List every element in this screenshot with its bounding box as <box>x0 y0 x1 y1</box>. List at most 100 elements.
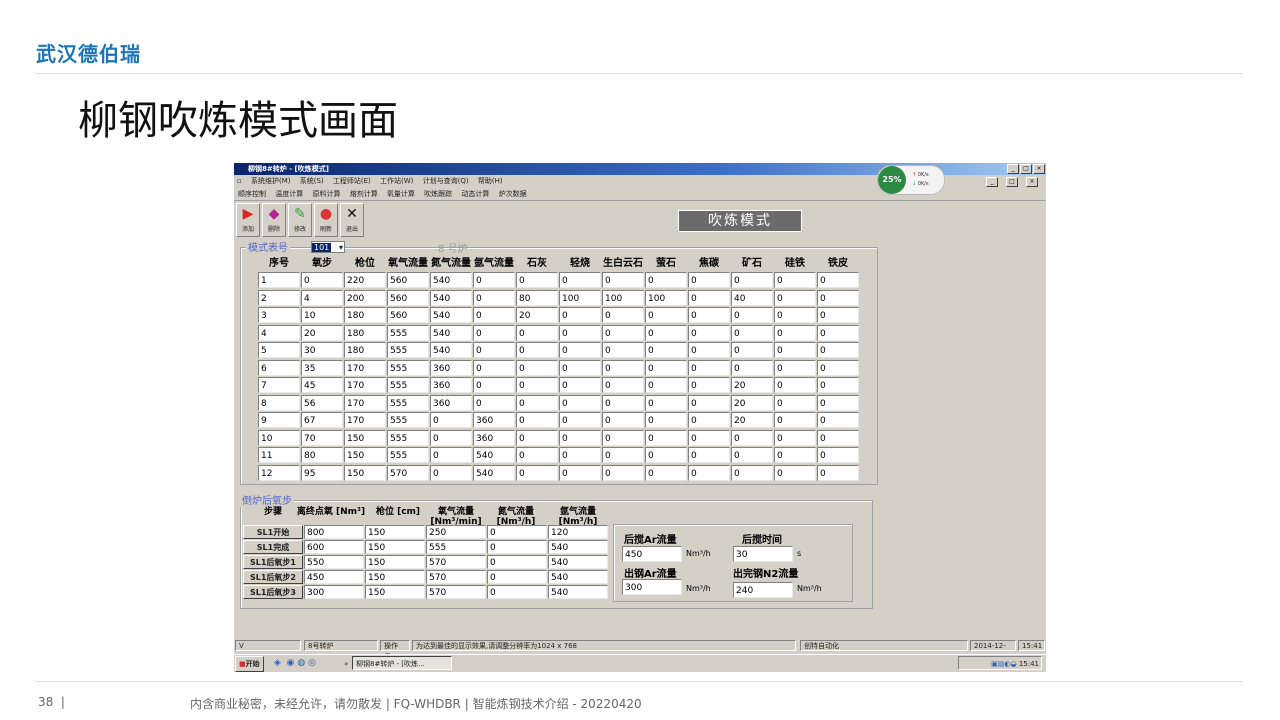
post-cell[interactable]: 0 <box>487 570 547 584</box>
mode-cell[interactable]: 56 <box>301 394 343 411</box>
mode-cell[interactable]: 0 <box>516 377 558 393</box>
mode-cell[interactable]: 555 <box>387 429 429 446</box>
mode-cell[interactable]: 0 <box>774 359 816 376</box>
mode-cell[interactable]: 20 <box>731 377 773 393</box>
mode-cell[interactable]: 80 <box>301 447 343 463</box>
post-cell[interactable]: 540 <box>548 555 608 569</box>
stir-ar-field[interactable]: 450 <box>622 546 682 562</box>
mode-cell[interactable]: 0 <box>602 272 644 288</box>
mode-cell[interactable]: 0 <box>516 412 558 428</box>
step-button[interactable]: SL1后氧步3 <box>243 585 303 599</box>
mode-cell[interactable]: 0 <box>559 324 601 341</box>
mode-cell[interactable]: 0 <box>559 412 601 428</box>
start-button[interactable]: ■开始 <box>235 656 264 672</box>
mode-cell[interactable]: 0 <box>645 359 687 376</box>
mode-cell[interactable]: 0 <box>602 342 644 358</box>
mode-cell[interactable]: 0 <box>430 429 472 446</box>
mode-cell[interactable]: 555 <box>387 342 429 358</box>
mode-cell[interactable]: 70 <box>301 429 343 446</box>
tab-flux[interactable]: 熔剂计算 <box>350 190 378 198</box>
tab-material[interactable]: 原料计算 <box>312 190 340 198</box>
mode-cell[interactable]: 360 <box>473 429 515 446</box>
mode-cell[interactable]: 80 <box>516 289 558 306</box>
quicklaunch-icons[interactable]: ◈ ◉ ◍ ◎ <box>274 655 316 671</box>
mode-cell[interactable]: 570 <box>387 464 429 481</box>
mode-cell[interactable]: 170 <box>344 377 386 393</box>
mode-cell[interactable]: 0 <box>559 429 601 446</box>
tab-sequence[interactable]: 顺序控制 <box>238 190 266 198</box>
mode-cell[interactable]: 150 <box>344 447 386 463</box>
mode-cell[interactable]: 150 <box>344 429 386 446</box>
mode-cell[interactable]: 0 <box>731 307 773 323</box>
mode-cell[interactable]: 0 <box>817 429 859 446</box>
mode-cell[interactable]: 0 <box>688 412 730 428</box>
tap-ar-field[interactable]: 300 <box>622 579 682 595</box>
mode-cell[interactable]: 0 <box>602 377 644 393</box>
mode-cell[interactable]: 360 <box>430 359 472 376</box>
mode-cell[interactable]: 0 <box>645 394 687 411</box>
mode-cell[interactable]: 560 <box>387 307 429 323</box>
mode-cell[interactable]: 0 <box>516 394 558 411</box>
mode-cell[interactable]: 0 <box>688 429 730 446</box>
post-cell[interactable]: 150 <box>365 540 425 554</box>
menu-help[interactable]: 帮助(H) <box>478 177 503 185</box>
mode-cell[interactable]: 0 <box>602 324 644 341</box>
mode-cell[interactable]: 0 <box>301 272 343 288</box>
mode-cell[interactable]: 0 <box>817 377 859 393</box>
mode-cell[interactable]: 0 <box>817 447 859 463</box>
taskbar-app-button[interactable]: 柳钢8#转炉 - [吹炼... <box>352 656 452 670</box>
post-cell[interactable]: 450 <box>304 570 364 584</box>
app-menu-icon[interactable]: ▫ <box>237 177 242 185</box>
mode-cell[interactable]: 0 <box>602 464 644 481</box>
mode-cell[interactable]: 0 <box>688 272 730 288</box>
mode-cell[interactable]: 360 <box>430 377 472 393</box>
post-cell[interactable]: 550 <box>304 555 364 569</box>
mode-cell[interactable]: 0 <box>559 394 601 411</box>
mode-cell[interactable]: 360 <box>473 412 515 428</box>
post-cell[interactable]: 540 <box>548 540 608 554</box>
mode-cell[interactable]: 0 <box>817 272 859 288</box>
mode-cell[interactable]: 0 <box>817 359 859 376</box>
mode-cell[interactable]: 0 <box>602 307 644 323</box>
mode-cell[interactable]: 0 <box>817 289 859 306</box>
exit-button[interactable]: ✕ 退出 <box>340 203 364 237</box>
mode-cell[interactable]: 0 <box>688 394 730 411</box>
post-cell[interactable]: 0 <box>487 525 547 539</box>
mode-cell[interactable]: 0 <box>817 464 859 481</box>
mode-cell[interactable]: 170 <box>344 394 386 411</box>
mode-cell[interactable]: 555 <box>387 447 429 463</box>
mode-cell[interactable]: 0 <box>774 464 816 481</box>
mode-cell[interactable]: 360 <box>430 394 472 411</box>
post-cell[interactable]: 250 <box>426 525 486 539</box>
post-cell[interactable]: 0 <box>487 555 547 569</box>
mode-cell[interactable]: 67 <box>301 412 343 428</box>
mode-cell[interactable]: 540 <box>430 342 472 358</box>
mode-cell[interactable]: 100 <box>602 289 644 306</box>
step-button[interactable]: SL1完成 <box>243 540 303 554</box>
mode-cell[interactable]: 0 <box>559 272 601 288</box>
mode-cell[interactable]: 0 <box>473 394 515 411</box>
mode-cell[interactable]: 540 <box>430 307 472 323</box>
mode-cell[interactable]: 0 <box>473 377 515 393</box>
menu-system[interactable]: 系统(S) <box>300 177 324 185</box>
mode-cell[interactable]: 560 <box>387 272 429 288</box>
mode-cell[interactable]: 10 <box>301 307 343 323</box>
mode-cell[interactable]: 0 <box>473 342 515 358</box>
post-cell[interactable]: 800 <box>304 525 364 539</box>
child-maximize-icon[interactable]: □ <box>1006 177 1018 187</box>
chevron-right-icon[interactable]: » <box>344 656 348 672</box>
post-cell[interactable]: 555 <box>426 540 486 554</box>
mode-cell[interactable]: 0 <box>731 342 773 358</box>
mode-cell[interactable]: 20 <box>731 412 773 428</box>
mode-cell[interactable]: 555 <box>387 359 429 376</box>
tab-temperature[interactable]: 温度计算 <box>275 190 303 198</box>
mode-cell[interactable]: 540 <box>430 272 472 288</box>
mode-cell[interactable]: 0 <box>645 464 687 481</box>
post-cell[interactable]: 300 <box>304 585 364 599</box>
mode-cell[interactable]: 0 <box>731 324 773 341</box>
menu-workstation[interactable]: 工作站(W) <box>380 177 413 185</box>
post-cell[interactable]: 600 <box>304 540 364 554</box>
mode-cell[interactable]: 0 <box>731 464 773 481</box>
mode-cell[interactable]: 560 <box>387 289 429 306</box>
delete-button[interactable]: ◆ 删除 <box>262 203 286 237</box>
